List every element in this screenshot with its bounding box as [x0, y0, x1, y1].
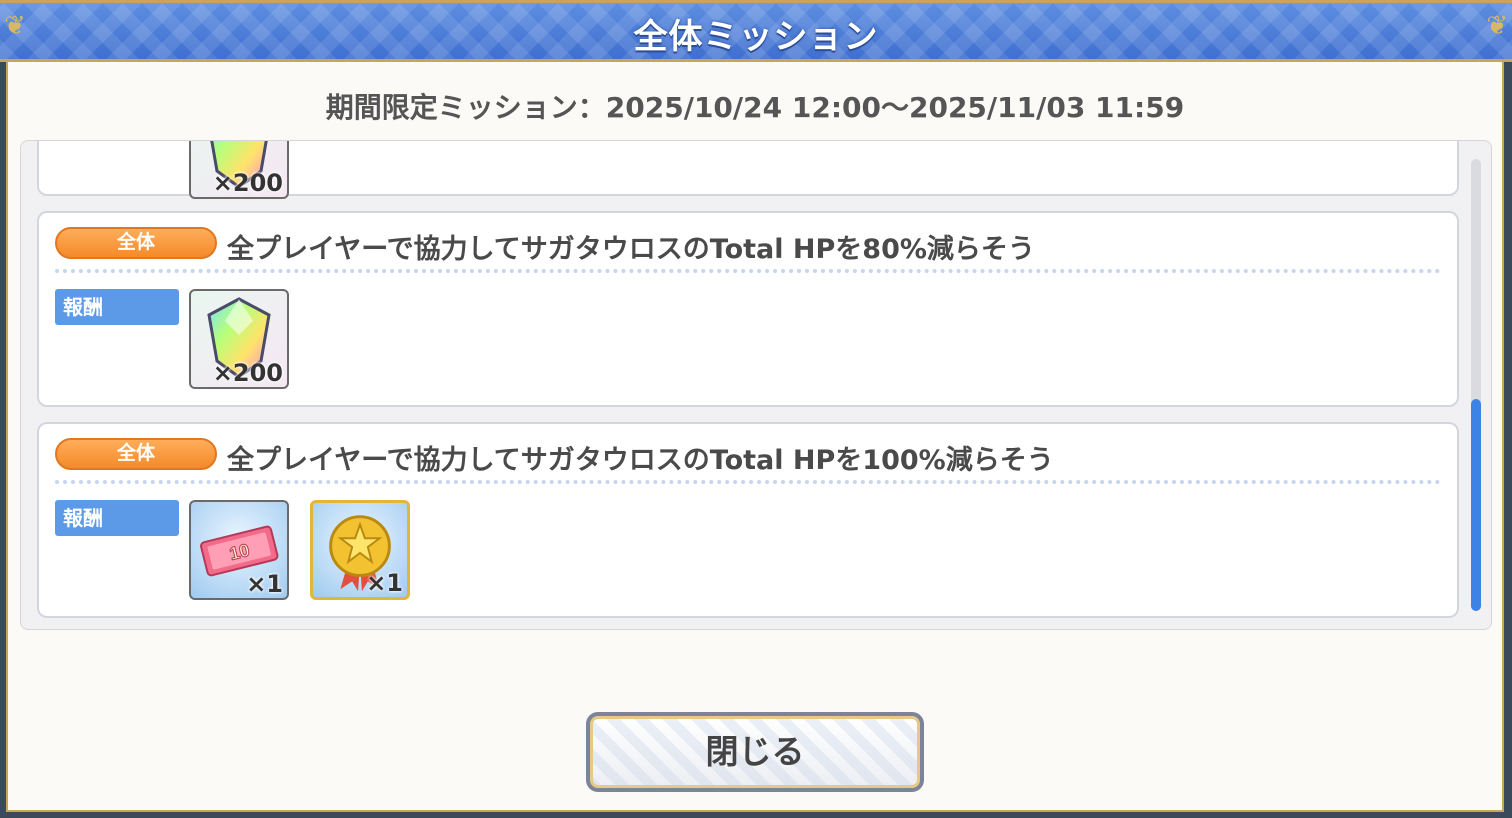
scrollbar-track[interactable]: [1471, 159, 1481, 611]
mission-scope-badge: 全体: [55, 438, 217, 470]
reward-item[interactable]: ×200: [189, 289, 289, 389]
dialog-title: 全体ミッション: [633, 17, 879, 57]
reward-label: 報酬: [55, 500, 179, 536]
mission-card: 全体 全プレイヤーで協力してサガタウロスのTotal HPを100%減らそう 報…: [37, 422, 1459, 618]
mission-period: 期間限定ミッション：2025/10/24 12:00～2025/11/03 11…: [325, 91, 1185, 124]
dotted-divider: [55, 269, 1441, 273]
reward-quantity: ×1: [246, 570, 283, 598]
mission-description: 全プレイヤーで協力してサガタウロスのTotal HPを80%減らそう: [227, 234, 1035, 265]
reward-item[interactable]: ×200: [189, 141, 289, 199]
ornament-right-icon: ❦: [1486, 11, 1508, 41]
reward-quantity: ×200: [212, 359, 283, 387]
mission-dialog: ❦ 全体ミッション ❦ 期間限定ミッション：2025/10/24 12:00～2…: [0, 0, 1512, 818]
reward-item[interactable]: ×1: [310, 500, 410, 600]
reward-label: 報酬: [55, 289, 179, 325]
reward-item[interactable]: 10 ×1: [189, 500, 289, 600]
mission-list[interactable]: ×200 全体 全プレイヤーで協力してサガタウロスのTotal HPを80%減ら…: [20, 140, 1492, 630]
mission-card: ×200: [37, 141, 1459, 199]
dotted-divider: [55, 480, 1441, 484]
mission-scope-badge: 全体: [55, 227, 217, 259]
mission-description: 全プレイヤーで協力してサガタウロスのTotal HPを100%減らそう: [227, 445, 1054, 476]
close-button[interactable]: 閉じる: [586, 712, 924, 792]
dialog-body: 期間限定ミッション：2025/10/24 12:00～2025/11/03 11…: [6, 62, 1504, 812]
reward-quantity: ×200: [212, 169, 283, 197]
mission-card: 全体 全プレイヤーで協力してサガタウロスのTotal HPを80%減らそう 報酬: [37, 211, 1459, 407]
reward-quantity: ×1: [366, 569, 403, 597]
scrollbar-thumb[interactable]: [1471, 399, 1481, 611]
title-bar: ❦ 全体ミッション ❦: [0, 0, 1512, 62]
